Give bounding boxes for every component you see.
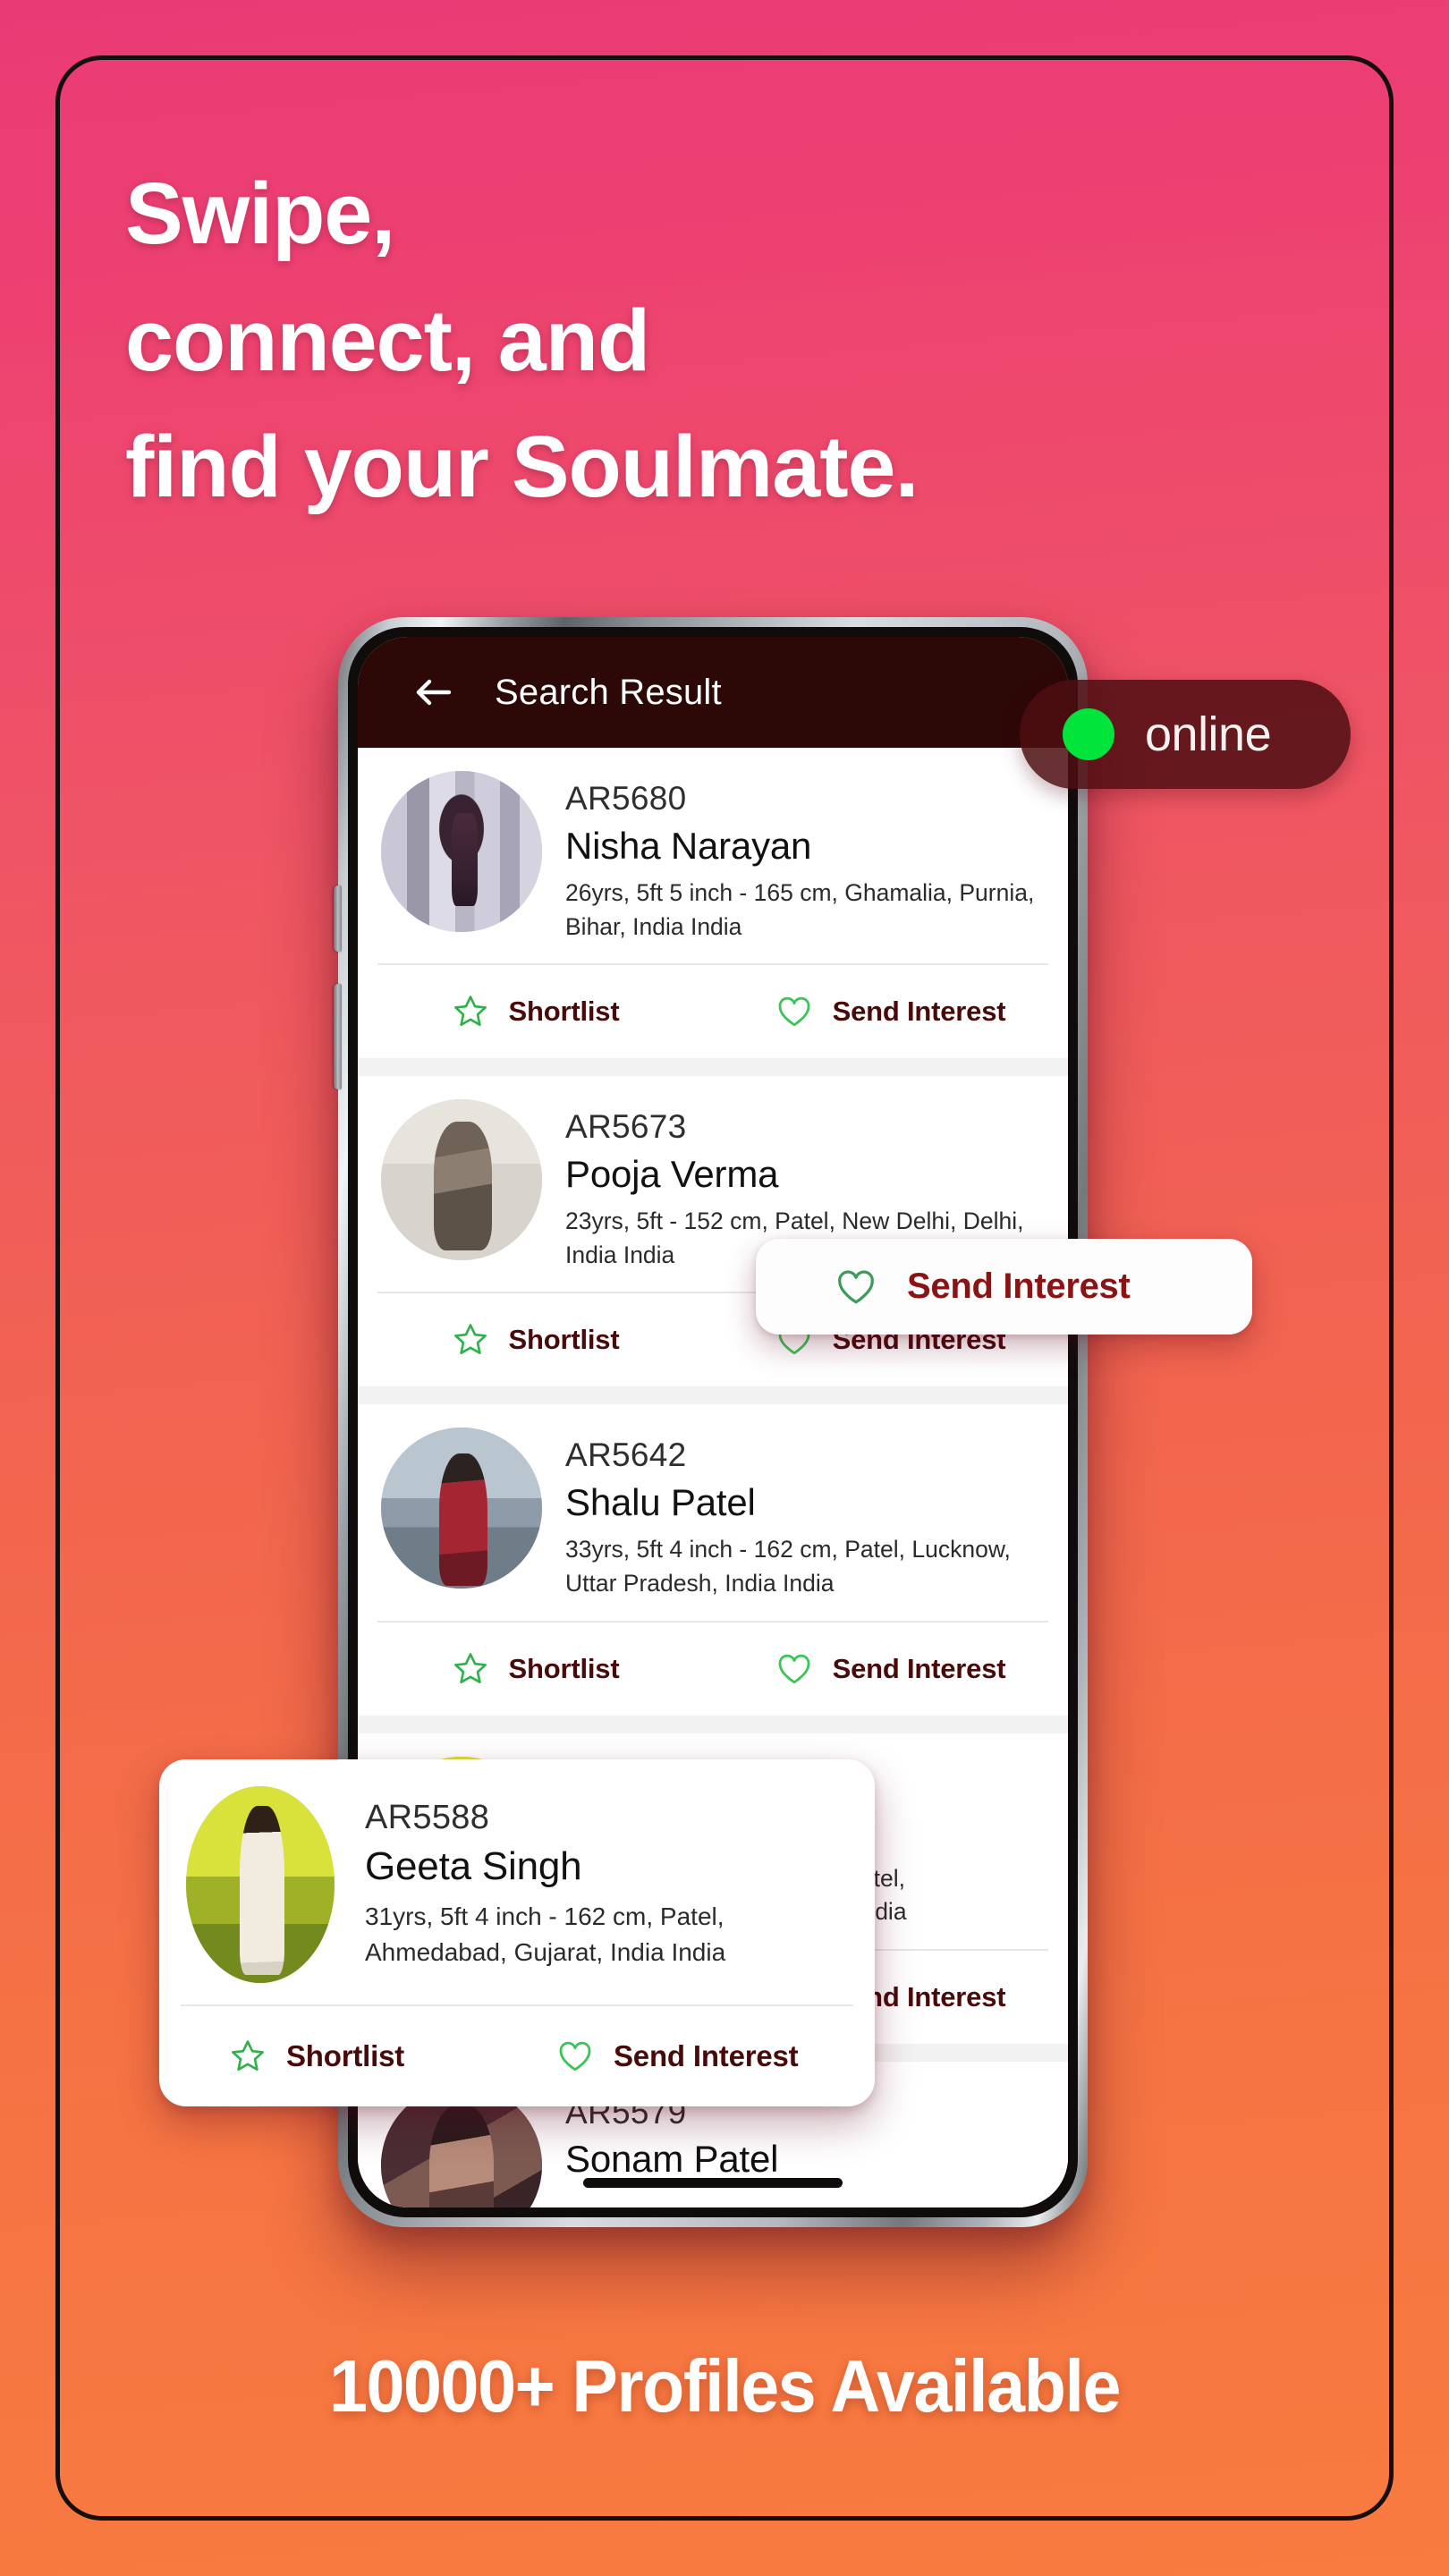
avatar[interactable] [381, 771, 542, 932]
send-interest-button[interactable]: Send Interest [713, 1650, 1068, 1688]
floating-profile-card[interactable]: AR5588 Geeta Singh 31yrs, 5ft 4 inch - 1… [159, 1759, 875, 2106]
profile-summary: AR5588 Geeta Singh 31yrs, 5ft 4 inch - 1… [159, 1759, 875, 2004]
shortlist-label: Shortlist [508, 996, 620, 1028]
status-badge-online: online [1020, 680, 1351, 789]
profile-name: Sonam Patel [565, 2138, 779, 2181]
profile-photo-nisha [381, 771, 542, 932]
profile-details: 33yrs, 5ft 4 inch - 162 cm, Patel, Luckn… [565, 1536, 1011, 1597]
shortlist-button[interactable]: Shortlist [358, 1650, 713, 1688]
profile-card[interactable]: AR5680 Nisha Narayan 26yrs, 5ft 5 inch -… [358, 748, 1068, 1059]
profile-summary: AR5680 Nisha Narayan 26yrs, 5ft 5 inch -… [358, 748, 1068, 963]
online-label: online [1145, 708, 1272, 761]
profile-actions: Shortlist Send Interest [358, 965, 1068, 1058]
floating-chip-label: Send Interest [907, 1267, 1131, 1306]
heart-outline-icon [556, 2038, 594, 2075]
shortlist-button[interactable]: Shortlist [358, 1321, 713, 1359]
profile-details: 26yrs, 5ft 5 inch - 165 cm, Ghamalia, Pu… [565, 878, 1035, 940]
profile-card[interactable]: AR5642 Shalu Patel 33yrs, 5ft 4 inch - 1… [358, 1404, 1068, 1716]
poster-headline: Swipe, connect, and find your Soulmate. [125, 165, 919, 516]
online-dot-icon [1063, 708, 1114, 760]
phone-power-button[interactable] [334, 984, 342, 1089]
profile-id: AR5680 [565, 780, 687, 817]
floating-send-interest-chip[interactable]: Send Interest [756, 1239, 1252, 1335]
heart-outline-icon [775, 1650, 813, 1688]
shortlist-label: Shortlist [508, 1652, 620, 1684]
bottom-banner-text: 10000+ Profiles Available [328, 2344, 1121, 2428]
profile-name: Shalu Patel [565, 1481, 756, 1524]
heart-outline-icon [835, 1266, 877, 1309]
home-indicator [583, 2178, 843, 2188]
profile-name: Geeta Singh [365, 1843, 582, 1888]
send-interest-label: Send Interest [614, 2039, 799, 2072]
profile-name: Nisha Narayan [565, 824, 812, 867]
heart-outline-icon [775, 993, 813, 1030]
back-arrow-icon[interactable] [411, 671, 454, 714]
send-interest-label: Send Interest [832, 996, 1006, 1028]
avatar[interactable] [381, 1428, 542, 1589]
profile-actions: Shortlist Send Interest [358, 1623, 1068, 1716]
send-interest-label: Send Interest [832, 1652, 1006, 1684]
profile-name: Pooja Verma [565, 1152, 779, 1195]
profile-details: 31yrs, 5ft 4 inch - 162 cm, Patel, Ahmed… [365, 1902, 726, 1966]
profile-card[interactable]: AR5673 Pooja Verma 23yrs, 5ft - 152 cm, … [358, 1076, 1068, 1387]
phone-volume-button[interactable] [334, 886, 342, 952]
profile-photo-shalu [381, 1428, 542, 1589]
send-interest-button[interactable]: Send Interest [713, 993, 1068, 1030]
profile-summary: AR5642 Shalu Patel 33yrs, 5ft 4 inch - 1… [358, 1404, 1068, 1620]
star-outline-icon [452, 1650, 489, 1688]
star-outline-icon [452, 993, 489, 1030]
shortlist-label: Shortlist [508, 1324, 620, 1356]
shortlist-button[interactable]: Shortlist [358, 993, 713, 1030]
profile-actions: Shortlist Send Interest [159, 2006, 875, 2106]
shortlist-label: Shortlist [286, 2039, 405, 2072]
profile-id: AR5673 [565, 1108, 687, 1146]
avatar[interactable] [381, 1099, 542, 1261]
send-interest-button[interactable]: Send Interest [517, 2038, 875, 2075]
avatar[interactable] [186, 1786, 335, 1983]
profile-id: AR5642 [565, 1436, 687, 1474]
shortlist-button[interactable]: Shortlist [159, 2038, 517, 2075]
profile-photo-pooja [381, 1099, 542, 1261]
profile-photo-geeta [186, 1786, 335, 1983]
page-title: Search Result [495, 672, 722, 712]
profile-id: AR5588 [365, 1799, 490, 1836]
star-outline-icon [229, 2038, 267, 2075]
star-outline-icon [452, 1321, 489, 1359]
app-bar: Search Result [358, 637, 1068, 748]
